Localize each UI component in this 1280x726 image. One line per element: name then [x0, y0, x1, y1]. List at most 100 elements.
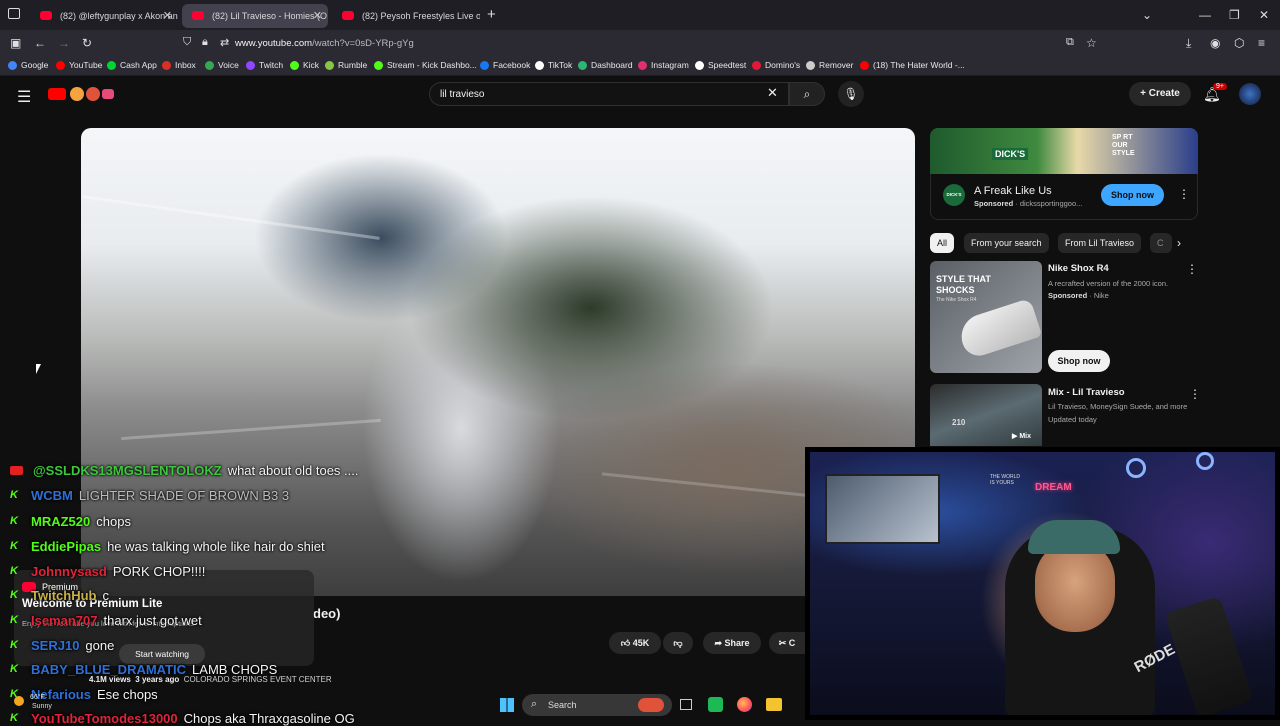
windows-start-icon[interactable] — [500, 698, 514, 712]
file-explorer-icon[interactable] — [766, 698, 782, 711]
bookmark-hater-world[interactable]: (18) The Hater World -... — [860, 60, 965, 70]
bookmark-label: Rumble — [338, 60, 368, 70]
neon-sign: DREAM — [1035, 482, 1072, 493]
chat-username: MRAZ520 — [31, 514, 91, 529]
tab-list-icon[interactable] — [8, 8, 20, 19]
maximize-icon[interactable]: ❐ — [1229, 8, 1240, 22]
bookmark-remover[interactable]: Remover — [806, 60, 853, 70]
search-input[interactable]: lil travieso — [429, 82, 789, 106]
bookmark-rumble[interactable]: Rumble — [325, 60, 367, 70]
tab-leftygunplay[interactable]: (82) @leftygunplay x Akon and ✕ — [30, 4, 178, 28]
kick-badge-icon: K — [10, 663, 18, 675]
close-tab-icon[interactable]: ✕ — [163, 9, 172, 22]
tab-lil-travieso[interactable]: (82) Lil Travieso - Homies (O ✕ — [182, 4, 328, 28]
task-view-icon[interactable] — [680, 699, 692, 710]
sidebar-toggle-icon[interactable]: ▣ — [10, 36, 21, 50]
create-button[interactable]: + Create — [1129, 82, 1191, 106]
bookmark-label: Domino's — [765, 60, 801, 70]
url-bar[interactable]: www.youtube.com/watch?v=0sD-YRp-gYg — [235, 38, 414, 49]
ad-banner-image[interactable]: DICK'S SP RT OUR STYLE — [930, 128, 1198, 174]
lock-icon[interactable]: 🔒︎ — [202, 36, 208, 49]
bookmark-speedtest[interactable]: Speedtest — [695, 60, 746, 70]
clip-label: C — [788, 638, 796, 648]
mix-more-options-icon[interactable]: ⋮ — [1189, 387, 1201, 401]
minimize-icon[interactable]: — — [1199, 8, 1211, 22]
chip-all[interactable]: All — [930, 233, 955, 253]
tab-overflow-chevron-icon[interactable]: ⌄ — [1142, 8, 1152, 22]
xbox-app-icon[interactable] — [708, 697, 723, 712]
back-icon[interactable]: ← — [34, 36, 46, 50]
firefox-icon[interactable] — [737, 697, 752, 712]
webcam-feed: DREAM THE WORLD IS YOURS RØDE — [810, 452, 1275, 715]
clip-button[interactable]: ✂ C — [769, 632, 805, 654]
bookmark-twitch[interactable]: Twitch — [246, 60, 283, 70]
nike-ad-title[interactable]: Nike Shox R4 — [1048, 263, 1109, 274]
close-tab-icon[interactable]: ✕ — [313, 9, 322, 22]
bookmark-dominos[interactable]: Domino's — [752, 60, 800, 70]
bookmark-instagram[interactable]: Instagram — [638, 60, 689, 70]
bookmark-tiktok[interactable]: TikTok — [535, 60, 572, 70]
nike-ad-description: A recrafted version of the 2000 icon. — [1048, 279, 1169, 288]
nike-shop-now-button[interactable]: Shop now — [1048, 350, 1110, 372]
bookmark-label: Facebook — [493, 60, 531, 70]
bookmark-facebook[interactable]: Facebook — [480, 60, 530, 70]
hamburger-menu-icon[interactable]: ☰ — [17, 87, 31, 107]
chip-from-lil-travieso[interactable]: From Lil Travieso — [1058, 233, 1142, 253]
forward-icon[interactable]: → — [58, 36, 70, 50]
mix-title[interactable]: Mix - Lil Travieso — [1048, 387, 1125, 398]
bookmark-inbox[interactable]: Inbox — [162, 60, 196, 70]
start-watching-button[interactable]: Start watching — [119, 644, 205, 664]
bookmark-cash-app[interactable]: Cash App — [107, 60, 157, 70]
bookmark-label: TikTok — [548, 60, 573, 70]
share-button[interactable]: ➦ Share — [703, 632, 761, 654]
chat-message: K WCBM LIGHTER SHADE OF BROWN B3 3 — [10, 488, 289, 503]
bookmark-kick-dashboard[interactable]: Stream - Kick Dashbo... — [374, 60, 477, 70]
taskbar-app-icon[interactable] — [638, 698, 664, 712]
clear-search-icon[interactable]: ✕ — [767, 85, 778, 101]
taskbar-search-icon: ⌕ — [531, 698, 538, 710]
chip-from-your-search[interactable]: From your search — [964, 233, 1049, 253]
create-label: Create — [1148, 88, 1180, 99]
chat-text: c — [102, 588, 109, 603]
chat-text: LIGHTER SHADE OF BROWN B3 3 — [78, 488, 290, 503]
dislike-button[interactable]: 👎︎ — [663, 632, 693, 654]
doodle-icon — [70, 87, 84, 101]
permissions-icon[interactable]: ⇄ — [220, 36, 229, 49]
ad-card[interactable]: DICK'S A Freak Like Us Sponsored · dicks… — [930, 174, 1198, 220]
bookmark-kick[interactable]: Kick — [290, 60, 319, 70]
kick-badge-icon: K — [10, 614, 18, 626]
bookmark-voice[interactable]: Voice — [205, 60, 239, 70]
chip-more[interactable]: C — [1150, 233, 1172, 253]
chips-next-chevron-icon[interactable]: › — [1177, 236, 1181, 250]
nike-ad-thumbnail[interactable]: STYLE THAT SHOCKS The Nike Shox R4 — [930, 261, 1042, 373]
nike-brand: Nike — [1093, 291, 1109, 300]
mix-thumbnail[interactable]: 210 ▶︎ Mix — [930, 384, 1042, 446]
nike-thumb-headline-2: SHOCKS — [936, 285, 975, 295]
new-tab-icon[interactable]: + — [487, 6, 496, 23]
bookmark-star-icon[interactable]: ☆ — [1086, 36, 1097, 50]
like-button[interactable]: 👍︎ 45K — [609, 632, 661, 654]
twitch-icon — [246, 60, 255, 70]
more-options-icon[interactable]: ⋮ — [1178, 187, 1190, 201]
tab-peysoh[interactable]: (82) Peysoh Freestyles Live on P — [332, 4, 480, 28]
bookmark-google[interactable]: Google — [8, 60, 48, 70]
nike-more-options-icon[interactable]: ⋮ — [1186, 262, 1198, 276]
picture-in-picture-icon[interactable]: ⧉ — [1066, 36, 1074, 49]
avatar[interactable] — [1239, 83, 1261, 105]
ad-brand-text: DICK'S — [992, 148, 1029, 160]
search-button[interactable]: ⌕ — [789, 82, 825, 106]
shield-icon[interactable]: ⛉ — [183, 36, 191, 49]
ad-meta: Sponsored · dickssportinggoo... — [974, 199, 1083, 208]
account-icon[interactable]: ◉ — [1210, 36, 1220, 50]
reload-icon[interactable]: ↻ — [82, 36, 92, 50]
bookmark-youtube[interactable]: YouTube — [56, 60, 102, 70]
close-window-icon[interactable]: ✕ — [1259, 8, 1269, 22]
bookmark-dashboard[interactable]: Dashboard — [578, 60, 633, 70]
menu-icon[interactable]: ≡ — [1258, 36, 1265, 50]
video-player[interactable] — [81, 128, 915, 596]
downloads-icon[interactable]: ⤓ — [1186, 36, 1191, 51]
voice-search-button[interactable]: 🎙︎ — [838, 81, 864, 107]
youtube-logo[interactable] — [48, 86, 114, 102]
extensions-icon[interactable]: ⬡ — [1234, 36, 1244, 50]
ad-shop-now-button[interactable]: Shop now — [1101, 184, 1164, 206]
